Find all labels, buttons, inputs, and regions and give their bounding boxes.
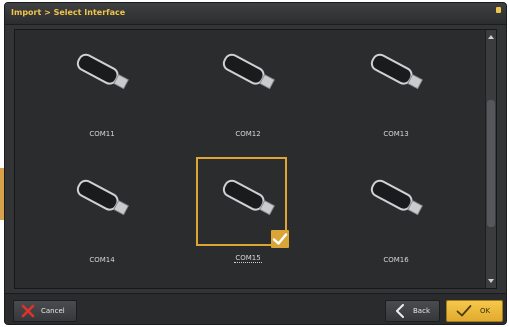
usb-stick-icon [76,179,129,216]
chevron-left-icon [396,304,404,318]
interface-label: COM13 [383,130,409,138]
interface-tile-com12[interactable]: COM12 [203,44,293,138]
interface-label: COM11 [89,130,115,138]
cancel-button[interactable]: Cancel [13,300,77,322]
usb-stick-icon [370,179,423,216]
ok-label: OK [480,307,491,315]
interface-label: COM12 [235,130,261,138]
usb-stick-icon [76,53,129,90]
checkmark-icon [271,230,289,248]
interface-tile-com16[interactable]: COM16 [351,170,441,264]
interface-tile-com14[interactable]: COM14 [57,170,147,264]
usb-stick-icon [222,53,275,90]
interface-tile-com11[interactable]: COM11 [57,44,147,138]
window-title: Import > Select Interface [11,8,126,17]
interface-label: COM16 [383,256,409,264]
ok-button[interactable]: OK [446,300,503,322]
back-label: Back [413,307,430,315]
scroll-down-arrow-icon[interactable] [488,278,494,284]
interface-grid: COM11 COM12 COM13 COM14 COM15 COM16 [14,29,497,289]
back-button[interactable]: Back [385,300,440,322]
vertical-scrollbar[interactable] [485,30,496,288]
scroll-up-arrow-icon[interactable] [488,34,494,40]
usb-stick-icon [222,179,275,216]
interface-tile-com13[interactable]: COM13 [351,44,441,138]
checkmark-icon [456,305,472,317]
scrollbar-thumb[interactable] [487,100,495,227]
interface-label: COM14 [89,256,115,264]
button-bar: Cancel Back OK [5,293,506,324]
usb-stick-icon [370,53,423,90]
interface-label: COM15 [234,254,262,263]
pin-icon[interactable] [496,7,501,13]
select-interface-dialog: Import > Select Interface COM11 COM12 CO… [4,2,507,325]
cancel-label: Cancel [41,307,65,315]
red-x-icon [21,304,35,318]
title-bar: Import > Select Interface [5,3,506,25]
